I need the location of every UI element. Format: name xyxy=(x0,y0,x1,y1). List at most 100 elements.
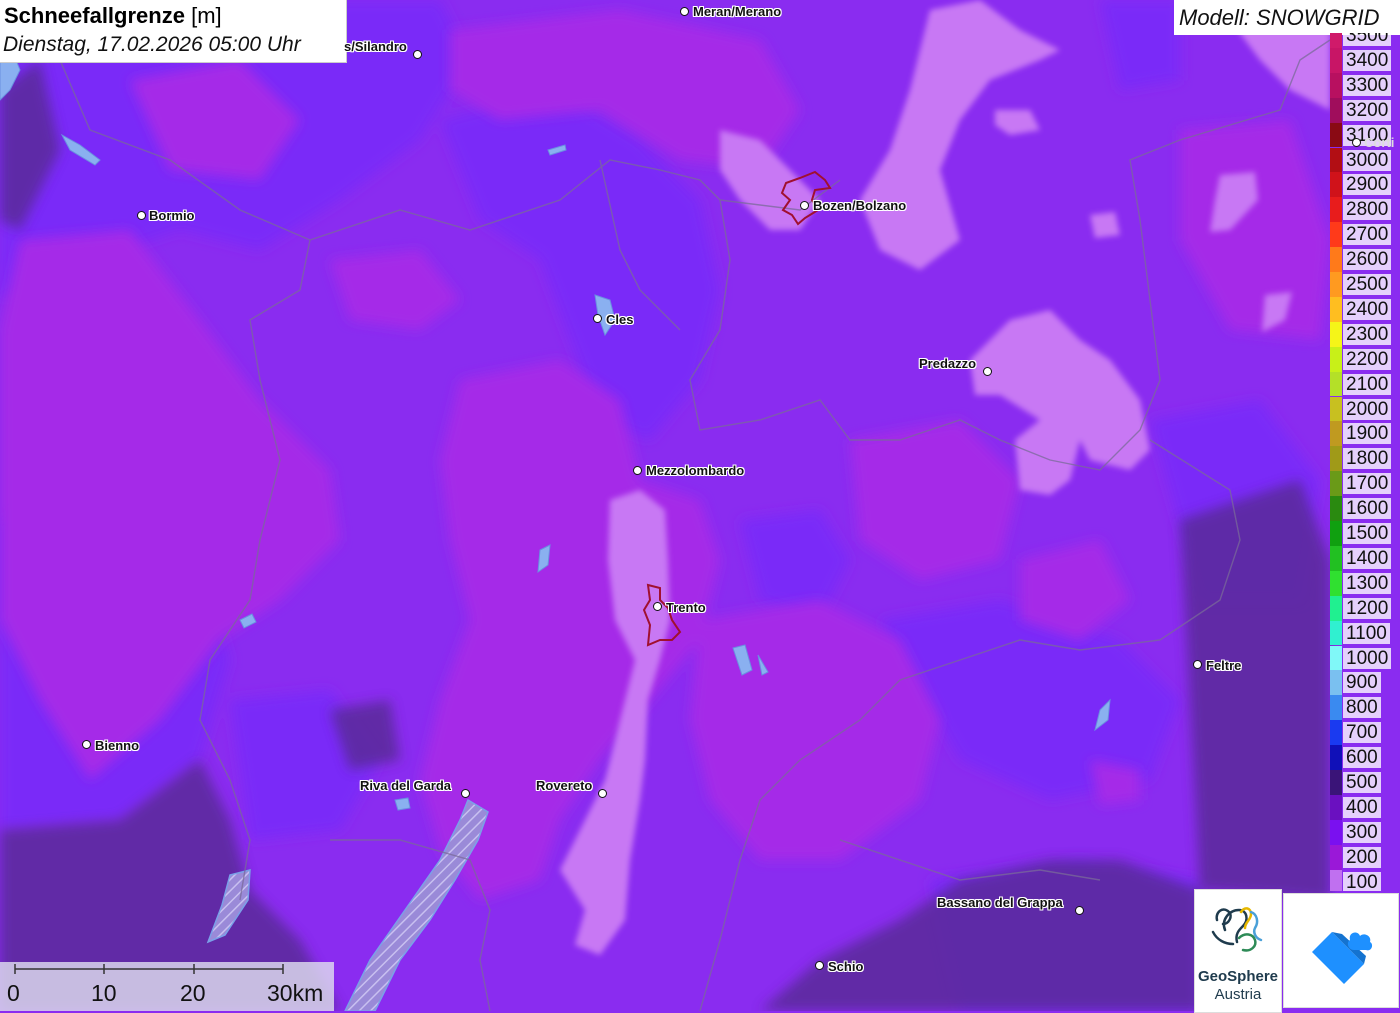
city-rovereto[interactable]: Rovereto xyxy=(536,778,592,793)
legend-label: 2000 xyxy=(1343,398,1392,420)
legend-swatch xyxy=(1330,595,1342,621)
city-cortina[interactable]: Corti xyxy=(1364,135,1394,150)
scale-label-20: 20 xyxy=(180,980,206,1006)
city-silandro[interactable]: s/Silandro xyxy=(344,39,407,54)
map-title-box: Schneefallgrenze [m] Dienstag, 17.02.202… xyxy=(0,0,347,63)
legend-label: 2100 xyxy=(1343,373,1392,395)
city-bassano[interactable]: Bassano del Grappa xyxy=(937,895,1063,910)
legend-label: 500 xyxy=(1343,772,1381,793)
city-dot[interactable] xyxy=(82,740,91,749)
weather-app-icon xyxy=(1312,932,1373,984)
legend-item: 600 xyxy=(1328,745,1400,770)
legend-label: 800 xyxy=(1343,697,1381,719)
legend-swatch xyxy=(1330,396,1342,422)
city-dot[interactable] xyxy=(1193,660,1202,669)
legend-swatch xyxy=(1330,844,1342,870)
legend-item: 1900 xyxy=(1328,421,1400,447)
legend-swatch xyxy=(1330,172,1342,198)
legend-swatch xyxy=(1330,272,1342,297)
scale-label-30km: 30km xyxy=(267,980,324,1006)
legend-label: 1700 xyxy=(1343,473,1392,495)
legend-swatch xyxy=(1330,794,1342,820)
city-dot[interactable] xyxy=(137,211,146,220)
legend-item: 2200 xyxy=(1328,346,1400,372)
legend-item: 3000 xyxy=(1328,147,1400,173)
city-bormio[interactable]: Bormio xyxy=(149,208,195,223)
city-dot[interactable] xyxy=(633,466,642,475)
legend-label: 100 xyxy=(1343,871,1381,891)
legend-swatch xyxy=(1330,819,1342,845)
city-dot[interactable] xyxy=(1075,906,1084,915)
legend-item: 2400 xyxy=(1328,296,1400,322)
scale-label-10: 10 xyxy=(91,980,117,1006)
legend-item: 1300 xyxy=(1328,570,1400,596)
legend-item: 2500 xyxy=(1328,272,1400,297)
city-trento[interactable]: Trento xyxy=(666,600,706,615)
legend-label: 1400 xyxy=(1343,547,1392,569)
geosphere-line1: GeoSphere xyxy=(1197,968,1279,985)
city-riva-del-garda[interactable]: Riva del Garda xyxy=(360,778,451,793)
geosphere-logo-icon xyxy=(1211,907,1263,952)
legend-swatch xyxy=(1330,72,1342,98)
city-dot[interactable] xyxy=(598,789,607,798)
legend-item: 500 xyxy=(1328,770,1400,795)
legend-item: 2700 xyxy=(1328,222,1400,248)
legend-swatch xyxy=(1330,745,1342,770)
city-merano[interactable]: Meran/Merano xyxy=(693,4,781,19)
city-predazzo[interactable]: Predazzo xyxy=(919,356,976,371)
legend-label: 200 xyxy=(1343,846,1381,868)
legend-item: 400 xyxy=(1328,794,1400,820)
geosphere-logo[interactable]: GeoSphere Austria xyxy=(1194,889,1282,1013)
legend-swatch xyxy=(1330,147,1342,173)
title-main-text: Schneefallgrenze xyxy=(4,3,185,28)
city-cles[interactable]: Cles xyxy=(606,312,633,327)
legend-swatch xyxy=(1330,770,1342,795)
legend-label: 2500 xyxy=(1343,274,1392,295)
legend-label: 600 xyxy=(1343,747,1381,769)
legend-item: 2300 xyxy=(1328,321,1400,347)
legend-item: 1800 xyxy=(1328,446,1400,472)
legend-item: 300 xyxy=(1328,819,1400,845)
color-legend: 3500 3400 3300 3200 3100 3000 2900 2800 2700 2600… xyxy=(1328,33,1400,891)
city-dot[interactable] xyxy=(653,602,662,611)
legend-item: 100 xyxy=(1328,869,1400,891)
legend-swatch xyxy=(1330,521,1342,546)
snowfall-line-map[interactable] xyxy=(0,0,1400,1011)
legend-item: 3400 xyxy=(1328,47,1400,73)
legend-item: 2600 xyxy=(1328,247,1400,272)
legend-label: 1600 xyxy=(1343,498,1392,520)
legend-swatch xyxy=(1330,371,1342,397)
legend-item: 3300 xyxy=(1328,72,1400,98)
legend-label: 400 xyxy=(1343,796,1381,818)
city-schio[interactable]: Schio xyxy=(828,959,863,974)
legend-label: 3500 xyxy=(1343,33,1392,46)
legend-swatch xyxy=(1330,247,1342,272)
legend-item: 1200 xyxy=(1328,595,1400,621)
city-dot[interactable] xyxy=(461,789,470,798)
app-logo[interactable] xyxy=(1283,893,1399,1008)
legend-item: 3200 xyxy=(1328,97,1400,123)
city-bolzano[interactable]: Bozen/Bolzano xyxy=(813,198,906,213)
legend-item: 200 xyxy=(1328,844,1400,870)
legend-label: 300 xyxy=(1343,821,1381,843)
city-mezzolombardo[interactable]: Mezzolombardo xyxy=(646,463,744,478)
city-dot[interactable] xyxy=(593,314,602,323)
city-dot[interactable] xyxy=(413,50,422,59)
city-dot[interactable] xyxy=(983,367,992,376)
city-dot[interactable] xyxy=(1352,138,1361,147)
legend-swatch xyxy=(1330,97,1342,123)
city-dot[interactable] xyxy=(680,7,689,16)
city-dot[interactable] xyxy=(815,961,824,970)
city-feltre[interactable]: Feltre xyxy=(1206,658,1241,673)
map-title: Schneefallgrenze [m] xyxy=(4,3,222,29)
legend-label: 3000 xyxy=(1343,149,1392,171)
city-bienno[interactable]: Bienno xyxy=(95,738,139,753)
legend-item: 900 xyxy=(1328,670,1400,696)
city-dot[interactable] xyxy=(800,201,809,210)
title-unit: [m] xyxy=(191,3,222,28)
legend-swatch xyxy=(1330,33,1342,48)
legend-swatch xyxy=(1330,122,1342,148)
scale-label-0: 0 xyxy=(7,980,20,1006)
legend-label: 1000 xyxy=(1343,647,1392,669)
legend-item: 2900 xyxy=(1328,172,1400,198)
